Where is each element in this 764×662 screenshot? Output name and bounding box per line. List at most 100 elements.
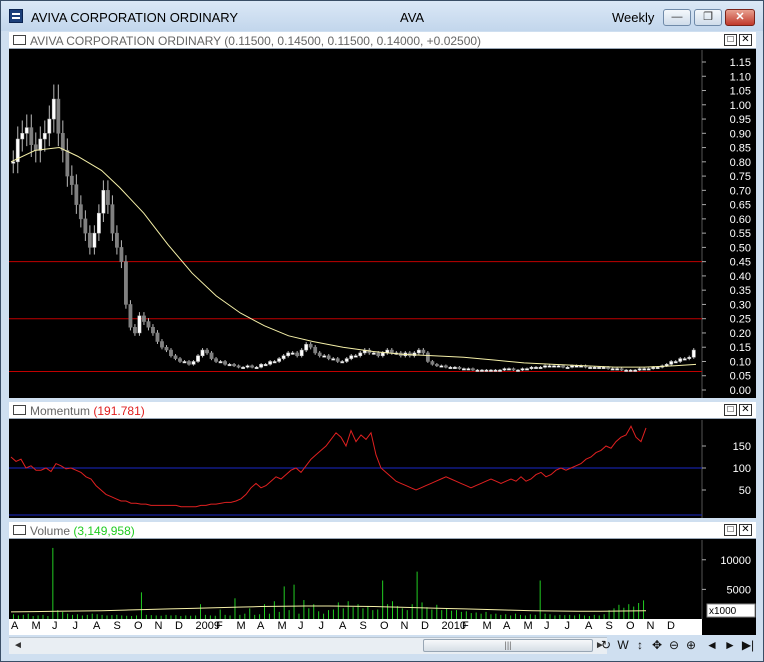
price-candle <box>322 355 327 358</box>
price-candle <box>286 352 291 357</box>
price-candle <box>78 204 83 220</box>
refresh-icon[interactable]: ↻ <box>599 637 613 653</box>
volume-panel-value: (3,149,958) <box>73 524 135 538</box>
price-candle <box>380 352 385 357</box>
price-candle <box>556 365 561 368</box>
vertical-scale-icon[interactable]: ↕ <box>633 637 647 653</box>
price-tick-label: 0.35 <box>730 285 751 297</box>
price-candle <box>245 365 250 368</box>
price-candle <box>691 349 696 358</box>
price-candle <box>259 364 264 368</box>
zoom-out-icon[interactable]: ⊖ <box>667 637 681 653</box>
scroll-prev-icon[interactable]: ◄ <box>705 637 719 653</box>
weekly-period-button[interactable]: W <box>616 637 630 653</box>
price-candle <box>146 321 151 328</box>
scroll-end-icon[interactable]: ▶| <box>741 637 755 653</box>
price-candle <box>164 346 169 351</box>
time-axis-label: M <box>523 620 533 632</box>
price-candle <box>628 369 633 372</box>
scroll-left-arrow-icon[interactable]: ◄ <box>13 640 23 651</box>
price-tick-label: 0.75 <box>730 171 751 183</box>
window-title: AVIVA CORPORATION ORDINARY <box>31 10 239 25</box>
price-candle <box>610 368 615 371</box>
price-panel-values: (0.11500, 0.14500, 0.11500, 0.14000, +0.… <box>224 34 482 48</box>
price-candle <box>196 355 200 362</box>
price-candle <box>137 315 142 334</box>
volume-panel-name: Volume <box>30 524 71 538</box>
close-button[interactable]: ✕ <box>725 9 755 26</box>
price-tick-label: 1.10 <box>730 71 751 83</box>
time-axis-label: F <box>462 620 469 632</box>
time-axis-label: O <box>626 620 635 632</box>
price-candle <box>678 358 683 362</box>
price-candle <box>574 365 579 368</box>
price-candle <box>480 369 484 372</box>
price-candle <box>281 355 286 359</box>
price-candle <box>331 358 336 361</box>
price-candle <box>642 368 647 371</box>
momentum-panel-maximize-button[interactable]: □ <box>724 404 737 416</box>
price-panel-maximize-button[interactable]: □ <box>724 34 737 46</box>
price-panel-checkbox[interactable] <box>13 35 26 45</box>
price-candle <box>105 190 110 205</box>
volume-panel-close-button[interactable]: ✕ <box>739 524 752 536</box>
time-axis-label: F <box>216 620 223 632</box>
price-tick-label: 0.00 <box>730 385 751 397</box>
price-candle <box>448 366 453 369</box>
zoom-in-icon[interactable]: ⊕ <box>684 637 698 653</box>
price-candle <box>142 315 146 322</box>
momentum-panel-name: Momentum <box>30 404 91 418</box>
price-candle <box>529 366 534 369</box>
price-candle <box>416 349 421 354</box>
time-axis: A M J J A S O N D 2009 F M A M J J A S O N D 2010 F M A M J J A S O N D <box>9 619 702 635</box>
time-axis-label: N <box>154 620 163 632</box>
volume-panel: Volume (3,149,958) □ ✕ 10000 5000 x1000 <box>9 522 756 619</box>
momentum-panel-close-button[interactable]: ✕ <box>739 404 752 416</box>
pan-icon[interactable]: ✥ <box>650 637 664 653</box>
price-candle <box>601 366 606 369</box>
price-candle <box>389 349 394 354</box>
price-candle <box>128 304 133 328</box>
price-candle <box>173 355 178 359</box>
price-candle <box>570 365 574 368</box>
minimize-button[interactable]: — <box>663 9 691 26</box>
momentum-panel-checkbox[interactable] <box>13 405 26 415</box>
price-candle <box>268 361 273 365</box>
price-candle <box>371 352 376 355</box>
volume-panel-maximize-button[interactable]: □ <box>724 524 737 536</box>
price-chart: 1.15 1.10 1.05 1.00 0.95 0.90 0.85 0.80 0.75 0.70… <box>9 50 751 398</box>
volume-unit-label: x1000 <box>709 606 737 617</box>
volume-panel-checkbox[interactable] <box>13 525 26 535</box>
time-axis-label: D <box>667 620 675 632</box>
price-candle <box>489 369 493 372</box>
price-tick-label: 0.50 <box>730 242 751 254</box>
price-candle <box>669 361 674 365</box>
price-candle <box>263 364 268 367</box>
restore-button[interactable]: ❐ <box>694 9 722 26</box>
price-candle <box>227 364 232 367</box>
price-tick-label: 0.55 <box>730 228 751 240</box>
app-icon[interactable] <box>9 9 23 23</box>
scroll-thumb[interactable]: ||| <box>423 639 593 652</box>
scroll-next-icon[interactable]: ► <box>723 637 737 653</box>
price-tick-label: 0.15 <box>730 342 751 354</box>
price-candle <box>511 368 516 371</box>
price-candle <box>218 361 223 364</box>
price-candle <box>317 352 322 357</box>
price-candle <box>155 332 160 342</box>
time-axis-label: J <box>318 620 325 632</box>
price-tick-label: 0.10 <box>730 356 751 368</box>
price-tick-label: 0.25 <box>730 314 751 326</box>
price-panel-close-button[interactable]: ✕ <box>739 34 752 46</box>
time-axis-label: S <box>359 620 367 632</box>
price-tick-label: 0.45 <box>730 257 751 269</box>
price-candle <box>236 365 241 368</box>
price-candle <box>304 344 309 351</box>
price-candle <box>83 218 88 234</box>
time-axis-label: M <box>277 620 287 632</box>
time-axis-label: D <box>175 620 183 632</box>
price-candle <box>223 361 227 365</box>
horizontal-scrollbar[interactable]: ◄ ||| ► <box>9 637 607 654</box>
price-candle <box>290 352 295 355</box>
price-candle <box>353 355 358 358</box>
